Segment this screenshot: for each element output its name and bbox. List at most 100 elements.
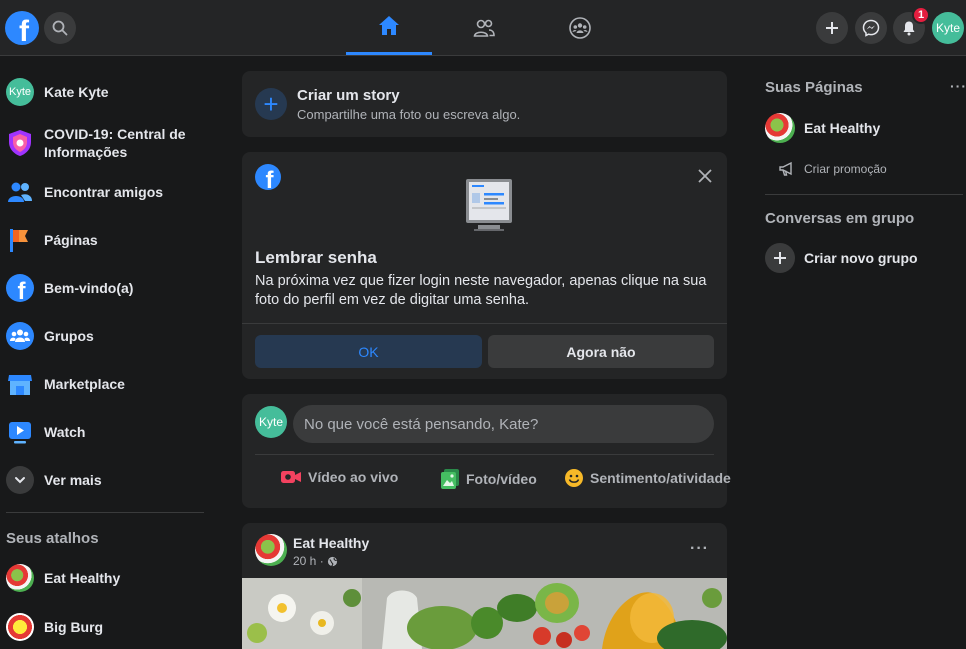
create-promotion-link[interactable]: Criar promoção [778,161,887,177]
live-video-icon [281,471,301,483]
sidebar-item-label: Bem-vindo(a) [44,280,134,296]
page-avatar [6,564,34,592]
search-icon [52,20,68,36]
page-avatar [6,613,34,641]
sidebar-item-label: Grupos [44,328,94,344]
create-new-group-button[interactable]: Criar novo grupo [765,243,918,273]
post-options-icon[interactable]: ··· [690,540,709,558]
account-avatar[interactable]: Kyte [932,12,964,44]
sidebar-item-label: Watch [44,424,86,440]
divider [255,454,714,455]
sidebar-item-label: Encontrar amigos [44,184,164,200]
post-composer-card: Kyte No que você está pensando, Kate? Ví… [242,394,731,508]
monitor-illustration-icon [466,179,512,231]
sidebar-item-watch[interactable]: Watch [6,418,85,446]
divider [765,194,963,195]
top-navigation-bar: f 1 Kyte [0,0,966,56]
facebook-icon: f [6,274,34,302]
remember-title: Lembrar senha [255,248,377,267]
pages-options-icon[interactable]: ··· [950,78,966,94]
search-button[interactable] [44,12,76,44]
facebook-logo[interactable]: f [5,11,39,45]
shop-icon [6,370,34,398]
close-icon[interactable] [696,167,714,185]
covid-shield-icon [6,129,34,157]
tab-groups[interactable] [537,0,623,55]
sidebar-item-marketplace[interactable]: Marketplace [6,370,125,398]
post-image[interactable] [242,578,727,649]
sidebar-item-label: COVID-19: Central de [44,126,186,142]
story-subtitle: Compartilhe uma foto ou escreva algo. [297,107,521,122]
shortcut-label: Big Burg [44,619,104,635]
page-avatar [765,113,795,143]
remember-password-card: f Lembrar senha Na próxima vez que fizer… [242,152,727,379]
action-label: Foto/vídeo [466,471,537,487]
ok-button[interactable]: OK [255,335,482,368]
sidebar-item-label: Kate Kyte [44,84,109,100]
flag-icon [6,226,34,254]
create-group-label: Criar novo grupo [804,250,918,266]
plus-icon [826,22,838,34]
sidebar-item-profile[interactable]: Kyte Kate Kyte [6,78,109,106]
sidebar-item-pages[interactable]: Páginas [6,226,98,254]
post-timestamp[interactable]: 20 h · [293,554,338,568]
your-pages-heading: Suas Páginas [765,79,863,96]
facebook-icon: f [255,164,281,190]
create-button[interactable] [816,12,848,44]
sidebar-item-groups[interactable]: Grupos [6,322,94,350]
bell-icon [903,21,915,36]
sidebar-item-label-line2: Informações [44,144,128,160]
notification-badge: 1 [912,6,930,24]
tab-home[interactable] [346,0,432,55]
friends-icon [6,178,34,206]
live-video-button[interactable]: Vídeo ao vivo [280,468,398,486]
add-story-plus-icon: + [255,88,287,120]
whats-on-your-mind-input[interactable]: No que você está pensando, Kate? [293,405,714,443]
globe-icon [327,556,337,566]
messenger-button[interactable] [855,12,887,44]
plus-icon [765,243,795,273]
groups-icon [6,322,34,350]
groups-icon [569,16,591,39]
divider [242,323,727,324]
sidebar-item-label: Ver mais [44,472,102,488]
shortcut-label: Eat Healthy [44,570,121,586]
friends-icon [473,19,495,37]
divider [6,512,204,513]
create-promotion-label: Criar promoção [804,162,887,176]
sidebar-item-welcome[interactable]: f Bem-vindo(a) [6,274,133,302]
messenger-icon [862,19,880,37]
avatar[interactable]: Kyte [255,406,287,438]
sidebar-item-find-friends[interactable]: Encontrar amigos [6,178,163,206]
not-now-button[interactable]: Agora não [488,335,714,368]
tab-friends[interactable] [441,0,527,55]
group-conversations-heading: Conversas em grupo [765,210,915,227]
shortcut-big-burg[interactable]: Big Burg [6,613,103,641]
chevron-down-icon [6,466,34,494]
feed-post: Eat Healthy 20 h · ··· [242,523,727,649]
photo-video-button[interactable]: Foto/vídeo [440,468,537,490]
create-story-card[interactable]: + Criar um story Compartilhe uma foto ou… [242,71,727,137]
action-label: Vídeo ao vivo [308,469,399,485]
sidebar-item-covid[interactable]: COVID-19: Central de Informações [6,125,186,161]
shortcut-eat-healthy[interactable]: Eat Healthy [6,564,120,592]
sidebar-item-label: Marketplace [44,376,125,392]
page-name: Eat Healthy [804,120,881,136]
shortcuts-heading: Seus atalhos [6,530,99,547]
page-avatar[interactable] [255,534,287,566]
page-item-eat-healthy[interactable]: Eat Healthy [765,113,880,143]
feeling-activity-button[interactable]: Sentimento/atividade [564,468,731,488]
megaphone-icon [779,161,792,176]
sidebar-item-see-more[interactable]: Ver mais [6,466,102,494]
story-title: Criar um story [297,87,400,104]
smiley-icon [565,469,583,487]
action-label: Sentimento/atividade [590,470,731,486]
post-author[interactable]: Eat Healthy [293,535,369,551]
remember-text: Na próxima vez que fizer login neste nav… [255,273,707,308]
sidebar-item-label: Páginas [44,232,98,248]
post-time-text: 20 h · [293,554,324,568]
photo-icon [441,469,459,489]
logo-letter: f [19,15,29,46]
watch-icon [6,418,34,446]
home-icon [379,16,399,35]
